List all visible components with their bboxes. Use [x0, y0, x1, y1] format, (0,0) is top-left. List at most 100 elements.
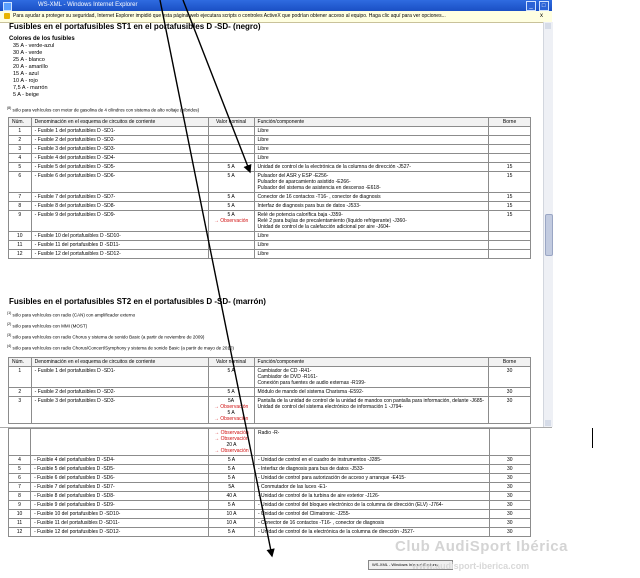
fuse-name: Fusible 10 del portafusibles D -SD10-	[37, 511, 121, 517]
table-cell: → Observación → Observación 20 A → Observac…	[207, 428, 255, 456]
table-cell: Pantalla de la unidad de control de la u…	[253, 396, 490, 424]
footnote-text: sólo para vehículos con radio Chorus y s…	[12, 334, 205, 340]
table-cell: 5 A	[207, 455, 255, 465]
table-cell: 5 A	[207, 387, 255, 397]
table-cell: 5 A	[207, 500, 255, 510]
table-cell: 10	[7, 509, 32, 519]
fuse-name: Fusible 7 del portafusibles D -SD7-	[37, 484, 115, 490]
table-cell: 5A	[207, 482, 255, 492]
table-row: 10- Fusible 10 del portafusibles D -SD10…	[7, 509, 532, 519]
footnote: (1) sólo para vehículos con radio (CAN) …	[7, 311, 136, 318]
table-cell: 5	[7, 464, 32, 474]
table-cell: - Fusible 11 del portafusibles D -SD11-	[30, 240, 209, 250]
table-cell: - Fusible 11 del portafusibles D -SD11-	[30, 518, 209, 528]
fuse-color-item: 35 A - verde-azul	[13, 43, 55, 49]
table-cell	[207, 231, 255, 241]
cell-line: Interfaz de diagnosis para bus de datos …	[257, 203, 361, 209]
table-cell: 5 A	[207, 527, 255, 537]
column-header: Denominación en el esquema de circuitos …	[30, 117, 209, 127]
text-cursor	[592, 428, 593, 448]
footnote-text: sólo para vehículos con motor de gasolin…	[12, 107, 200, 113]
cell-line: Libre	[257, 128, 269, 134]
table-cell: 30	[488, 473, 532, 483]
table-cell: Cambiador de CD -R41- Cambiador de DVD -R…	[253, 366, 490, 388]
footnote-text: sólo para vehículos con radio (CAN) con …	[12, 312, 136, 318]
minimize-button[interactable]: _	[526, 1, 536, 11]
table-cell: - Interfaz de diagnosis para bus de dato…	[253, 464, 490, 474]
fuse-color-item: 5 A - beige	[13, 92, 39, 98]
table-cell: 6	[8, 171, 32, 193]
table-cell	[207, 144, 255, 154]
table-cell: 6	[7, 473, 32, 483]
cell-line: Radio -R-	[257, 430, 280, 436]
table-cell: - Unidad de control del Climatronic -J25…	[253, 509, 490, 519]
cell-line: → Observación	[213, 416, 249, 422]
fuse-name: Fusible 8 del portafusibles D -SD8-	[37, 493, 115, 499]
table-cell: Libre	[253, 135, 490, 145]
table-cell: 11	[7, 518, 32, 528]
table-cell	[488, 240, 531, 250]
footnote: (2) sólo para vehículos con MMI (MOST)	[7, 322, 88, 329]
table-cell: - Fusible 7 del portafusibles D -SD7-	[30, 192, 209, 202]
table-cell: - Fusible 7 del portafusibles D -SD7-	[30, 482, 209, 492]
fuse-function: Unidad de control del bloqueo electrónic…	[261, 502, 444, 508]
watermark-url: www.audisport-iberica.com	[412, 561, 530, 571]
table-cell: 4	[7, 455, 32, 465]
column-header: Denominación en el esquema de circuitos …	[30, 357, 209, 367]
table-cell: 2	[8, 387, 32, 397]
table-cell	[207, 249, 255, 259]
column-header: Función/componente	[253, 357, 490, 367]
fuse-function: Unidad de control para autorización de a…	[261, 475, 406, 481]
fuse-table-st1: Núm. Denominación en el esquema de circui…	[8, 117, 531, 259]
fuse-name: Fusible 3 del portafusibles D -SD3-	[37, 146, 116, 152]
cell-line: Libre	[257, 137, 269, 143]
fuse-color-item: 7,5 A - marrón	[13, 85, 48, 91]
infobar-close-icon[interactable]: x	[540, 11, 543, 22]
table-cell: - Fusible 2 del portafusibles D -SD2-	[30, 387, 209, 397]
table-cell: - Fusible 2 del portafusibles D -SD2-	[30, 135, 209, 145]
maximize-button[interactable]: □	[538, 1, 549, 11]
table-cell: - Unidad de control de la turbina de air…	[253, 491, 490, 501]
table-cell	[7, 428, 32, 456]
footnote-text: sólo para vehículos con MMI (MOST)	[12, 323, 88, 329]
fuse-function: Unidad de control de la turbina de aire …	[261, 493, 380, 499]
table-cell: - Fusible 5 del portafusibles D -SD5-	[30, 464, 209, 474]
fuse-function: Unidad de control del Climatronic -J255-	[261, 511, 351, 517]
table-cell: - Fusible 1 del portafusibles D -SD1-	[30, 366, 209, 388]
scroll-down-icon[interactable]	[545, 420, 551, 426]
table-cell: Relé de potencia calorífica baja -J359- R…	[253, 210, 490, 232]
fuse-name: Fusible 2 del portafusibles D -SD2-	[37, 389, 116, 395]
table-cell: 1	[8, 126, 32, 136]
footnote: (8) sólo para vehículos con motor de gas…	[7, 106, 200, 113]
table-row: 4- Fusible 4 del portafusibles D -SD4- Li…	[8, 153, 531, 163]
scroll-thumb[interactable]	[545, 214, 553, 256]
table-cell: 30	[488, 527, 532, 537]
section2-title: Fusibles en el portafusibles ST2 en el p…	[9, 297, 266, 306]
fuse-name: Fusible 1 del portafusibles D -SD1-	[37, 368, 116, 374]
fuse-name: Fusible 8 del portafusibles D -SD8-	[37, 203, 116, 209]
window-titlebar: WS-XML - Windows Internet Explorer _ □ x	[0, 0, 552, 22]
table-cell: - Conmutador de las luces -E1-	[253, 482, 490, 492]
table-cell: - Fusible 8 del portafusibles D -SD8-	[30, 491, 209, 501]
table-cell: 30	[488, 464, 532, 474]
table-cell: - Fusible 4 del portafusibles D -SD4-	[30, 455, 209, 465]
section1-title: Fusibles en el portafusibles ST1 en el p…	[9, 22, 261, 31]
vertical-scrollbar[interactable]	[543, 22, 553, 427]
infobar-text[interactable]: Para ayudar a proteger su seguridad, Int…	[13, 11, 446, 22]
table-cell: 15	[488, 201, 531, 211]
table-cell: 3	[8, 144, 32, 154]
fuse-color-item: 10 A - rojo	[13, 78, 38, 84]
table-cell: 8	[7, 491, 32, 501]
fuse-name: Fusible 6 del portafusibles D -SD6-	[37, 173, 116, 179]
table-cell: 30	[488, 500, 532, 510]
table-row: 1- Fusible 1 del portafusibles D -SD1- Li…	[8, 126, 531, 136]
table-cell: Libre	[253, 144, 490, 154]
cell-line: Unidad de control del sistema electrónic…	[257, 404, 403, 410]
scroll-up-icon[interactable]	[545, 23, 551, 29]
table-cell: 5	[8, 162, 32, 172]
cell-line: 5 A	[227, 164, 235, 170]
table-cell: 5 A → Observación	[207, 210, 255, 232]
table-cell: 2	[8, 135, 32, 145]
table-cell	[207, 126, 255, 136]
table-cell: - Fusible 12 del portafusibles D -SD12-	[30, 527, 209, 537]
